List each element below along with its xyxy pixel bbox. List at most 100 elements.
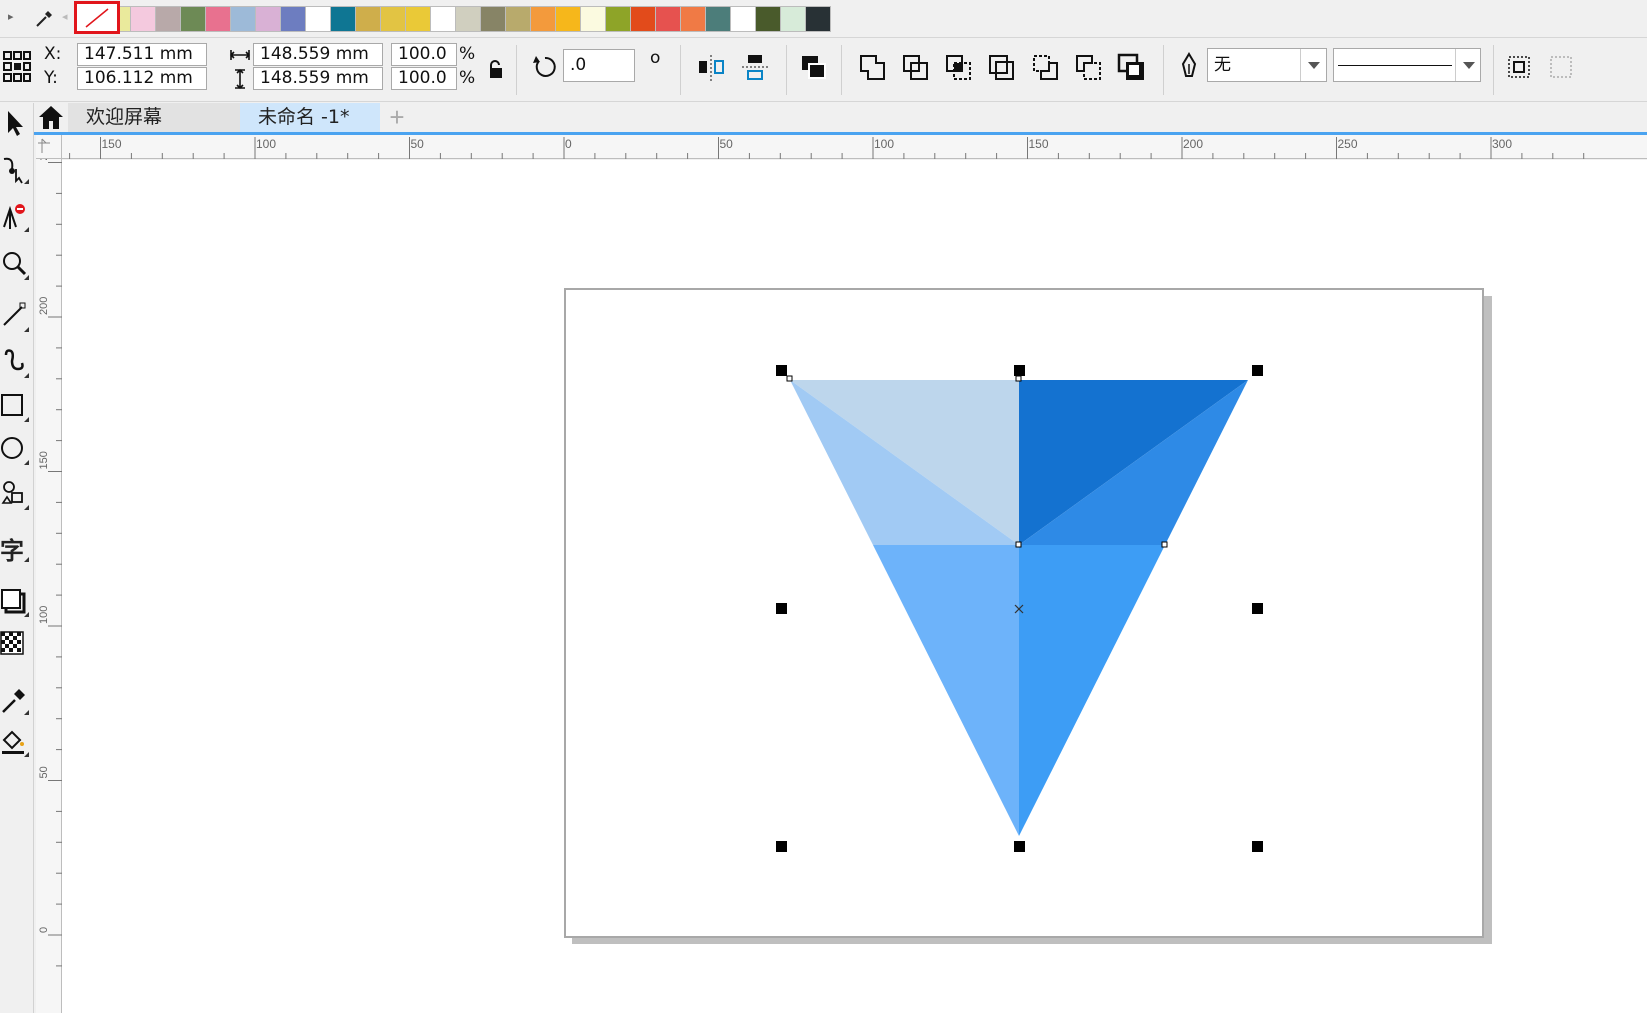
handle-bottom-left[interactable] [776, 841, 787, 852]
tab-welcome-screen[interactable]: 欢迎屏幕 [68, 103, 240, 132]
group-icon[interactable] [797, 51, 831, 85]
add-tab-button[interactable]: + [382, 103, 412, 132]
x-position-field[interactable]: 147.511 mm [77, 43, 207, 66]
color-swatch[interactable] [230, 6, 256, 32]
separator [841, 45, 842, 95]
rotation-field[interactable]: .0 [563, 49, 635, 82]
ruler-label: 0 [38, 927, 50, 933]
freehand-tool[interactable] [0, 295, 32, 335]
color-swatch[interactable] [380, 6, 406, 32]
color-swatch[interactable] [480, 6, 506, 32]
pick-arrow-icon [8, 111, 23, 136]
crop-tool[interactable] [0, 195, 32, 235]
color-swatch[interactable] [255, 6, 281, 32]
back-minus-front-icon[interactable] [1072, 51, 1106, 85]
handle-middle-right[interactable] [1252, 603, 1263, 614]
simplify-icon[interactable] [985, 51, 1019, 85]
color-swatch[interactable] [455, 6, 481, 32]
object-origin-icon[interactable] [2, 49, 32, 83]
color-swatch[interactable] [505, 6, 531, 32]
color-swatch[interactable] [655, 6, 681, 32]
no-fill-swatch[interactable] [74, 1, 120, 34]
weld-icon[interactable] [856, 51, 890, 85]
tab-untitled-document[interactable]: 未命名 -1* [240, 103, 380, 132]
ellipse-tool[interactable] [0, 428, 32, 468]
handle-top-middle[interactable] [1014, 365, 1025, 376]
handle-bottom-middle[interactable] [1014, 841, 1025, 852]
boundary-icon[interactable] [1115, 51, 1149, 85]
scale-y-field[interactable]: 100.0 [391, 67, 457, 90]
color-swatch[interactable] [330, 6, 356, 32]
ruler-label: 200 [38, 297, 50, 315]
color-eyedropper-tool[interactable] [0, 678, 32, 718]
color-swatch[interactable] [780, 6, 806, 32]
color-swatch[interactable] [130, 6, 156, 32]
drop-shadow-tool[interactable] [0, 580, 32, 620]
zoom-tool[interactable] [0, 243, 32, 283]
convert-to-curves-icon[interactable] [1503, 51, 1537, 85]
color-swatch[interactable] [405, 6, 431, 32]
ruler-origin-corner[interactable] [36, 135, 62, 159]
rectangle-tool[interactable] [0, 385, 32, 425]
palette-scroll-left-icon[interactable]: ▸ [8, 10, 14, 23]
color-swatch[interactable] [680, 6, 706, 32]
color-swatch[interactable] [605, 6, 631, 32]
transparency-tool[interactable] [0, 623, 32, 663]
palette-prev-icon[interactable]: ◂ [62, 10, 68, 23]
trim-icon[interactable] [899, 51, 933, 85]
color-swatch[interactable] [280, 6, 306, 32]
eyedropper-icon[interactable] [33, 8, 55, 30]
height-field[interactable]: 148.559 mm [253, 67, 383, 90]
color-swatch[interactable] [355, 6, 381, 32]
intersect-icon[interactable] [942, 51, 976, 85]
mirror-horizontal-icon[interactable] [694, 51, 728, 85]
width-field[interactable]: 148.559 mm [253, 43, 383, 66]
handle-top-left[interactable] [776, 365, 787, 376]
ruler-label: 150 [1029, 137, 1049, 151]
color-swatch[interactable] [180, 6, 206, 32]
color-swatch[interactable] [305, 6, 331, 32]
node-marker [1015, 541, 1022, 548]
horizontal-ruler[interactable]: 150 100 50 0 50 100 150 200 250 300 [36, 135, 1647, 159]
property-bar: X: Y: 147.511 mm 106.112 mm 148.559 mm 1… [0, 39, 1647, 102]
color-swatch[interactable] [155, 6, 181, 32]
artistic-media-tool[interactable] [0, 341, 32, 381]
vertical-ruler[interactable]: 250 200 150 100 50 0 [36, 142, 62, 1013]
triangle-facet-bottom-left[interactable] [873, 545, 1019, 836]
handle-bottom-right[interactable] [1252, 841, 1263, 852]
triangle-artwork[interactable] [62, 160, 1647, 1013]
outline-width-dropdown-icon[interactable] [1300, 49, 1326, 81]
front-minus-back-icon[interactable] [1029, 51, 1063, 85]
coreldraw-window: ▸ ◂ X: Y: 147.511 mm 106.112 mm 148.559 … [0, 0, 1647, 1013]
mirror-vertical-icon[interactable] [738, 51, 772, 85]
color-swatch[interactable] [430, 6, 456, 32]
color-swatch[interactable] [205, 6, 231, 32]
lock-ratio-icon[interactable] [486, 59, 506, 81]
y-position-field[interactable]: 106.112 mm [77, 67, 207, 90]
color-swatch[interactable] [805, 6, 831, 32]
home-tab[interactable] [34, 103, 68, 132]
shape-tool[interactable] [0, 147, 32, 187]
text-tool[interactable]: 字 [0, 525, 32, 565]
node-marker [1161, 541, 1168, 548]
color-swatch[interactable] [730, 6, 756, 32]
color-swatch[interactable] [755, 6, 781, 32]
polygon-tool[interactable] [0, 473, 32, 513]
color-swatch[interactable] [705, 6, 731, 32]
triangle-facet-bottom-right[interactable] [1019, 545, 1165, 836]
line-style-dropdown-icon[interactable] [1455, 49, 1481, 81]
outline-width-value: 无 [1214, 55, 1231, 75]
ruler-label: 50 [38, 766, 50, 778]
color-swatch[interactable] [580, 6, 606, 32]
handle-middle-left[interactable] [776, 603, 787, 614]
pick-tool[interactable] [0, 103, 32, 143]
interactive-fill-tool[interactable] [0, 720, 32, 760]
color-swatch[interactable] [530, 6, 556, 32]
outline-pen-icon[interactable] [1178, 52, 1200, 82]
color-swatch[interactable] [555, 6, 581, 32]
color-swatch[interactable] [630, 6, 656, 32]
handle-top-right[interactable] [1252, 365, 1263, 376]
scale-x-field[interactable]: 100.0 [391, 43, 457, 66]
more-options-icon[interactable] [1545, 51, 1579, 85]
drawing-canvas[interactable] [62, 160, 1647, 1013]
